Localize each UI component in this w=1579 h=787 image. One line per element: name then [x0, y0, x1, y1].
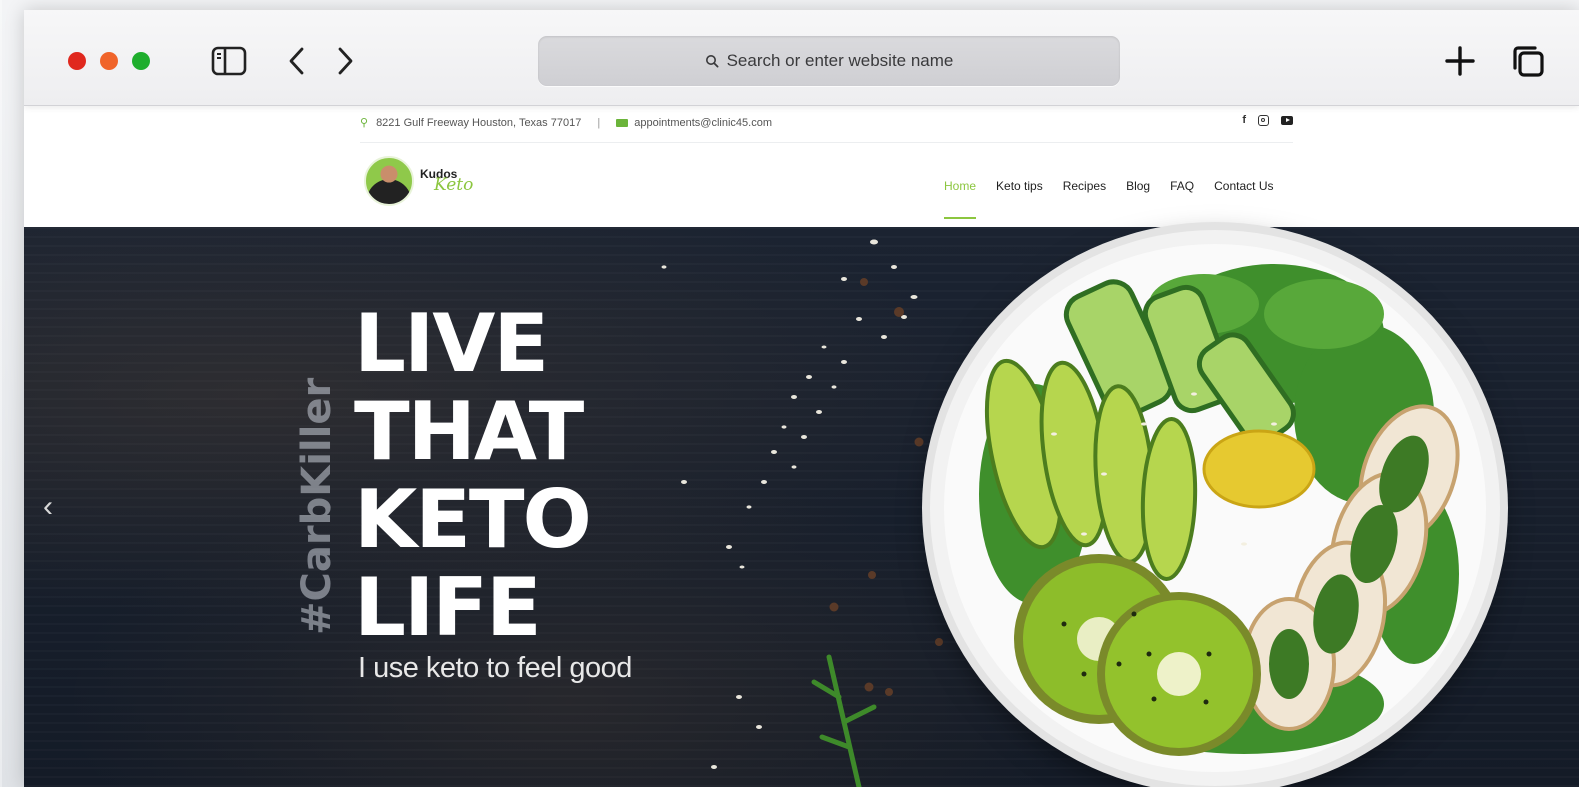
site-logo[interactable]: Kudos Keto — [364, 156, 473, 206]
logo-avatar — [364, 156, 414, 206]
close-window-button[interactable] — [68, 52, 86, 70]
tabs-icon — [1513, 46, 1544, 77]
address-bar[interactable]: Search or enter website name — [538, 36, 1120, 86]
instagram-icon[interactable] — [1258, 114, 1269, 126]
location-pin-icon: ⚲ — [360, 117, 369, 129]
tab-overview-button[interactable] — [1508, 44, 1548, 78]
headline-line: KETO — [354, 473, 592, 566]
nav-keto-tips[interactable]: Keto tips — [996, 179, 1043, 193]
headline-line: LIVE — [354, 297, 549, 390]
nav-contact-us[interactable]: Contact Us — [1214, 179, 1273, 193]
site-header: ⚲ 8221 Gulf Freeway Houston, Texas 77017… — [24, 105, 1579, 227]
zoom-window-button[interactable] — [132, 52, 150, 70]
headline-line: THAT — [354, 385, 584, 478]
social-links: f — [1242, 114, 1293, 126]
facebook-icon[interactable]: f — [1242, 114, 1246, 126]
nav-faq[interactable]: FAQ — [1170, 179, 1194, 193]
browser-toolbar: Search or enter website name — [24, 10, 1579, 106]
plus-icon — [1445, 46, 1475, 76]
hero-slider: ‹ #CarbKiller LIVE THAT KETO LIFE I use … — [24, 227, 1579, 787]
envelope-icon — [616, 118, 629, 127]
hero-hashtag: #CarbKiller — [294, 377, 340, 635]
street-address: 8221 Gulf Freeway Houston, Texas 77017 — [376, 116, 582, 129]
address-placeholder: Search or enter website name — [726, 51, 954, 70]
youtube-icon[interactable] — [1281, 115, 1293, 125]
window-controls — [68, 52, 150, 70]
new-tab-button[interactable] — [1440, 44, 1480, 78]
salad-bowl-image — [930, 230, 1500, 786]
nav-blog[interactable]: Blog — [1126, 179, 1150, 193]
forward-button[interactable] — [330, 44, 360, 78]
seed-scatter-decoration — [661, 239, 943, 787]
back-button[interactable] — [282, 44, 312, 78]
logo-keto-text: Keto — [434, 175, 474, 195]
nav-recipes[interactable]: Recipes — [1063, 179, 1106, 193]
headline-line: LIFE — [354, 561, 542, 654]
sidebar-icon — [211, 46, 247, 76]
search-icon — [705, 55, 719, 68]
info-separator: | — [597, 116, 601, 129]
contact-info-bar: ⚲ 8221 Gulf Freeway Houston, Texas 77017… — [360, 108, 1293, 143]
nav-home[interactable]: Home — [944, 179, 977, 219]
chevron-right-icon — [338, 47, 353, 75]
main-navigation: Home Keto tips Recipes Blog FAQ Contact … — [944, 179, 1273, 219]
email-link[interactable]: appointments@clinic45.com — [634, 117, 772, 129]
minimize-window-button[interactable] — [100, 52, 118, 70]
sidebar-toggle-button[interactable] — [210, 44, 248, 78]
chevron-left-icon — [289, 47, 304, 75]
slider-prev-button[interactable]: ‹ — [36, 487, 60, 527]
browser-window: Search or enter website name ⚲ 8221 Gulf… — [24, 10, 1579, 787]
hero-headline: LIVE THAT KETO LIFE — [354, 300, 592, 652]
hero-tagline: I use keto to feel good — [358, 652, 632, 684]
